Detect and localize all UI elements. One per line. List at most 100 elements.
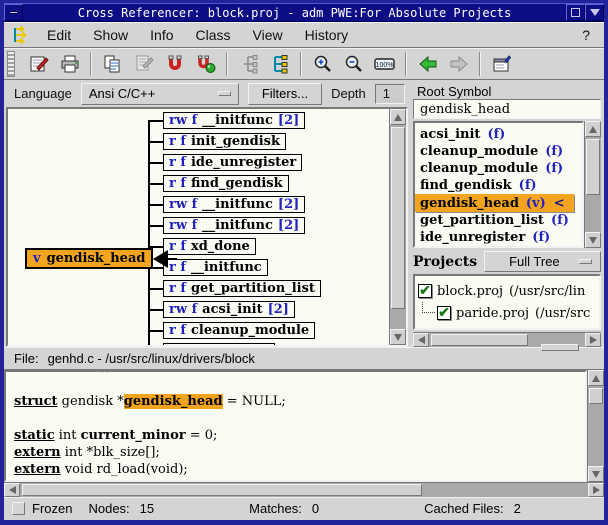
- properties-button[interactable]: [486, 51, 517, 77]
- scroll-down-button[interactable]: [588, 466, 604, 482]
- scroll-down-button[interactable]: [390, 329, 406, 345]
- call-tree-node[interactable]: rw facsi_init[2]: [8, 301, 389, 318]
- connector-line: [168, 258, 177, 260]
- project-item[interactable]: ✔ block.proj(/usr/src/lin: [418, 280, 597, 302]
- menu-item[interactable]: Class: [185, 24, 242, 46]
- scroll-thumb[interactable]: [589, 388, 603, 404]
- symbol-list-item[interactable]: find_gendisk(f): [415, 177, 542, 194]
- zoom-100-button[interactable]: 100%: [369, 51, 400, 77]
- menu-item[interactable]: History: [294, 24, 360, 46]
- project-checkbox[interactable]: ✔: [418, 284, 432, 298]
- bottom-hscrollbar[interactable]: [4, 482, 604, 497]
- symbol-list-item[interactable]: ide_unregister(f): [415, 229, 555, 246]
- scroll-thumb[interactable]: [586, 139, 600, 195]
- scroll-trough[interactable]: [588, 386, 604, 466]
- checkmark-icon: ✔: [438, 306, 450, 320]
- menu-item[interactable]: Edit: [36, 24, 82, 46]
- collapse-tree-button[interactable]: [233, 51, 264, 77]
- scroll-thumb[interactable]: [431, 334, 528, 346]
- connector-line: [148, 120, 163, 122]
- connector-line: [148, 204, 163, 206]
- scroll-trough[interactable]: [20, 483, 588, 497]
- toolbar-grip[interactable]: [7, 51, 15, 77]
- print-button[interactable]: [54, 51, 85, 77]
- frozen-label: Frozen: [32, 501, 72, 516]
- call-tree-root[interactable]: vgendisk_head: [25, 248, 177, 269]
- call-tree-node[interactable]: rw f__initfunc[2]: [8, 196, 389, 213]
- compose-icon: [28, 53, 50, 75]
- copy-button[interactable]: [97, 51, 128, 77]
- maximize-button[interactable]: [566, 4, 585, 21]
- call-graph-vscrollbar[interactable]: [389, 109, 406, 345]
- symbol-list-vscrollbar[interactable]: [584, 121, 601, 248]
- edit-document-button[interactable]: [128, 51, 159, 77]
- call-tree-node[interactable]: r finit_gendisk: [8, 133, 389, 150]
- symbol-list: acsi_init(f) cleanup_module(f) cleanup_m…: [413, 121, 584, 248]
- left-arrow-icon: [9, 486, 16, 494]
- call-tree-node[interactable]: rw f__initfunc[2]: [8, 112, 389, 129]
- filters-button[interactable]: Filters...: [248, 83, 322, 105]
- scroll-thumb[interactable]: [22, 484, 422, 496]
- connector-line: [148, 225, 163, 227]
- pane-sash-handle[interactable]: [541, 344, 579, 351]
- projects-label: Projects: [413, 254, 477, 270]
- scroll-up-button[interactable]: [585, 121, 601, 137]
- scroll-trough[interactable]: [585, 137, 601, 232]
- call-tree-node[interactable]: [8, 343, 389, 345]
- zoom-in-button[interactable]: [307, 51, 338, 77]
- toolbar-separator: [479, 52, 481, 76]
- shade-icon: [590, 9, 600, 16]
- scroll-trough[interactable]: [390, 125, 406, 329]
- window-menu-button[interactable]: [4, 4, 23, 21]
- checkmark-icon: ✔: [419, 284, 431, 298]
- scroll-right-button[interactable]: [588, 483, 604, 497]
- scroll-down-button[interactable]: [585, 232, 601, 248]
- help-menu[interactable]: ?: [576, 24, 596, 46]
- frozen-toggle[interactable]: [12, 502, 25, 515]
- code-vscrollbar[interactable]: [587, 370, 604, 482]
- call-graph-canvas: rw f__initfunc[2] r finit_gendisk: [8, 109, 389, 345]
- project-checkbox[interactable]: ✔: [437, 306, 451, 320]
- scroll-left-button[interactable]: [4, 483, 20, 497]
- zoom-out-button[interactable]: [338, 51, 369, 77]
- root-symbol-input[interactable]: gendisk_head: [413, 99, 601, 119]
- language-select[interactable]: Ansi C/C++: [81, 83, 239, 105]
- forward-button[interactable]: [443, 51, 474, 77]
- nodes-label: Nodes:: [88, 501, 129, 516]
- project-item[interactable]: ✔ paride.proj(/usr/src: [418, 302, 597, 324]
- symbol-list-item[interactable]: cleanup_module(f): [415, 143, 568, 160]
- file-label: File:: [14, 351, 39, 366]
- symbol-list-item[interactable]: gendisk_head(v)<: [415, 194, 574, 211]
- symbol-list-item[interactable]: get_partition_list(f): [415, 212, 574, 229]
- menu-item[interactable]: Show: [82, 24, 139, 46]
- depth-input[interactable]: 1: [375, 84, 405, 104]
- scroll-up-button[interactable]: [390, 109, 406, 125]
- compose-button[interactable]: [23, 51, 54, 77]
- call-tree-node[interactable]: r fget_partition_list: [8, 280, 389, 297]
- call-tree-node[interactable]: r ffind_gendisk: [8, 175, 389, 192]
- scroll-up-button[interactable]: [588, 370, 604, 386]
- scroll-right-button[interactable]: [585, 333, 601, 347]
- projects-mode-select[interactable]: Full Tree: [484, 251, 601, 272]
- expand-tree-button[interactable]: [264, 51, 295, 77]
- magnet-query-button[interactable]: [190, 51, 221, 77]
- controls-row: Language Ansi C/C++ Filters... Depth 1: [4, 80, 408, 107]
- symbol-list-item[interactable]: cleanup_module(f): [415, 160, 568, 177]
- up-arrow-icon: [394, 114, 402, 121]
- menu-item[interactable]: View: [242, 24, 294, 46]
- menu-item[interactable]: Info: [139, 24, 184, 46]
- cached-files-label: Cached Files:: [424, 501, 503, 516]
- scroll-left-button[interactable]: [413, 333, 429, 347]
- scroll-thumb[interactable]: [391, 127, 405, 309]
- magnet-query-icon: [195, 53, 217, 75]
- shade-button[interactable]: [585, 4, 604, 21]
- back-button[interactable]: [412, 51, 443, 77]
- call-tree-node[interactable]: rw f__initfunc[2]: [8, 217, 389, 234]
- symbol-list-item[interactable]: acsi_init(f): [415, 125, 510, 142]
- call-tree-node[interactable]: r fide_unregister: [8, 154, 389, 171]
- cross-referencer-window: Cross Referencer: block.proj - adm PWE:F…: [0, 0, 608, 525]
- titlebar[interactable]: Cross Referencer: block.proj - adm PWE:F…: [4, 3, 604, 22]
- toolbar-separator: [226, 52, 228, 76]
- magnet-button[interactable]: [159, 51, 190, 77]
- call-tree-node[interactable]: r fcleanup_module: [8, 322, 389, 339]
